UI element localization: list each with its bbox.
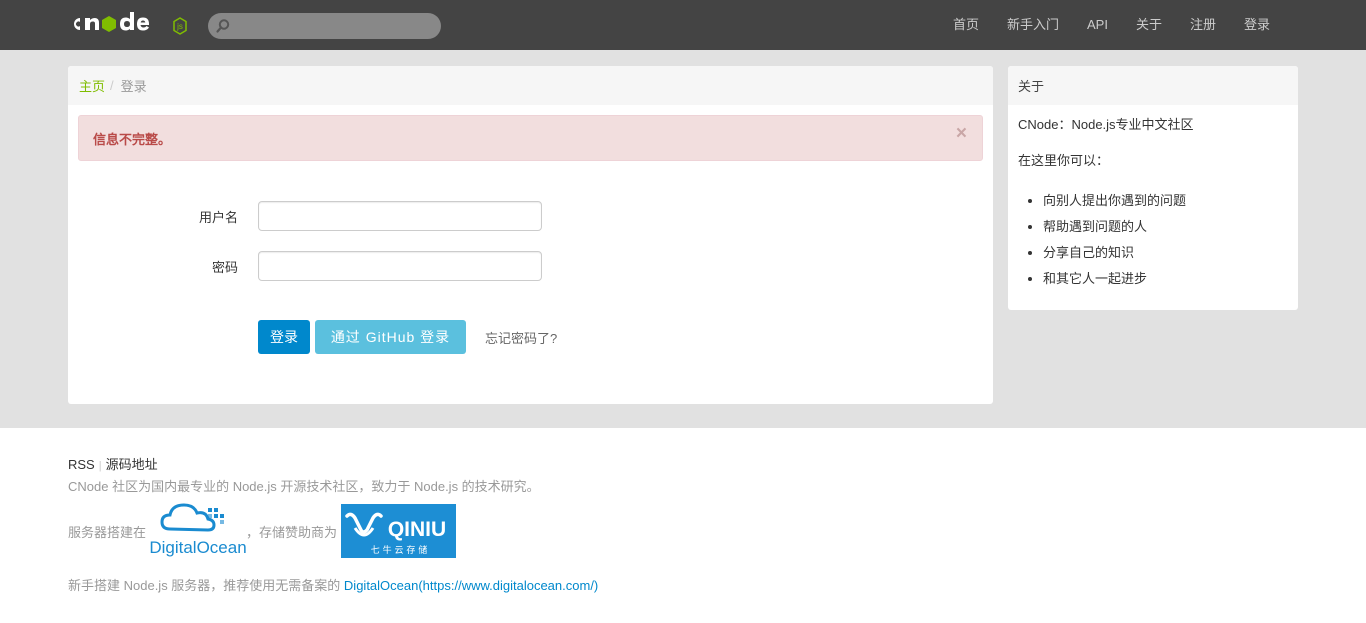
breadcrumb-current: 登录 bbox=[120, 79, 147, 94]
sidebar-intro: CNode：Node.js专业中文社区 bbox=[1018, 117, 1194, 132]
login-panel: 主页 / 登录 信息不完整。 × 用户名 密码 登录 通过 GitHub 登录 … bbox=[68, 66, 993, 404]
qiniu-logo[interactable]: QINIU 七 牛 云 存 储 bbox=[341, 504, 457, 558]
rss-link[interactable]: RSS bbox=[68, 457, 95, 472]
newbie-text: 新手搭建 Node.js 服务器，推荐使用无需备案的 bbox=[68, 578, 344, 593]
breadcrumb: 主页 / 登录 bbox=[68, 66, 993, 105]
breadcrumb-separator: / bbox=[110, 78, 114, 93]
nav-menu: 首页 新手入门 API 关于 注册 登录 bbox=[939, 0, 1284, 50]
footer: RSS | 源码地址 CNode 社区为国内最专业的 Node.js 开源技术社区，… bbox=[0, 428, 1366, 623]
search-icon bbox=[215, 18, 231, 34]
cnode-logo[interactable]: js bbox=[68, 8, 190, 40]
list-item: 和其它人一起进步 bbox=[1043, 266, 1288, 292]
github-login-button[interactable]: 通过 GitHub 登录 bbox=[315, 320, 466, 354]
nav-signup[interactable]: 注册 bbox=[1176, 0, 1230, 50]
qiniu-text: QINIU bbox=[388, 518, 446, 541]
sidebar-list: 向别人提出你遇到的问题 帮助遇到问题的人 分享自己的知识 和其它人一起进步 bbox=[1018, 188, 1288, 292]
digitalocean-link[interactable]: DigitalOcean(https://www.digitalocean.co… bbox=[344, 578, 598, 593]
nav-home[interactable]: 首页 bbox=[939, 0, 993, 50]
nav-getting-started[interactable]: 新手入门 bbox=[993, 0, 1073, 50]
footer-sponsors: 服务器搭建在 DigitalOcean ，存储赞助商为 QINIU 七 牛 云 … bbox=[68, 503, 457, 558]
username-label: 用户名 bbox=[198, 209, 238, 225]
qiniu-subtext: 七 牛 云 存 储 bbox=[371, 544, 427, 556]
username-input[interactable] bbox=[258, 201, 542, 231]
error-alert: 信息不完整。 × bbox=[78, 115, 983, 161]
server-text: 服务器搭建在 bbox=[68, 524, 147, 540]
nav-api[interactable]: API bbox=[1073, 0, 1122, 50]
storage-text: ，存储赞助商为 bbox=[246, 524, 338, 540]
svg-text:js: js bbox=[176, 22, 183, 31]
footer-links: RSS | 源码地址 bbox=[68, 454, 158, 473]
list-item: 分享自己的知识 bbox=[1043, 240, 1288, 266]
forgot-password-link[interactable]: 忘记密码了? bbox=[485, 328, 557, 347]
sidebar-title: 关于 bbox=[1008, 66, 1298, 105]
footer-divider: | bbox=[98, 460, 102, 472]
sidebar-body: CNode：Node.js专业中文社区 在这里你可以： 向别人提出你遇到的问题 … bbox=[1008, 105, 1298, 302]
list-item: 帮助遇到问题的人 bbox=[1043, 214, 1288, 240]
password-input[interactable] bbox=[258, 251, 542, 281]
form-actions: 登录 通过 GitHub 登录 忘记密码了? bbox=[258, 320, 557, 354]
list-item: 向别人提出你遇到的问题 bbox=[1043, 188, 1288, 214]
sidebar-subtitle: 在这里你可以： bbox=[1018, 153, 1110, 168]
navbar: js 首页 新手入门 API 关于 注册 登录 bbox=[0, 0, 1366, 50]
password-row: 密码 bbox=[68, 251, 542, 281]
breadcrumb-home-link[interactable]: 主页 bbox=[79, 76, 105, 95]
alert-message: 信息不完整。 bbox=[93, 131, 172, 147]
footer-newbie-line: 新手搭建 Node.js 服务器，推荐使用无需备案的 DigitalOcean(… bbox=[68, 575, 598, 594]
footer-description: CNode 社区为国内最专业的 Node.js 开源技术社区，致力于 Node.… bbox=[68, 479, 540, 494]
about-sidebar: 关于 CNode：Node.js专业中文社区 在这里你可以： 向别人提出你遇到的… bbox=[1008, 66, 1298, 310]
digitalocean-text: DigitalOcean bbox=[150, 538, 246, 557]
close-icon[interactable]: × bbox=[956, 124, 967, 144]
search-box[interactable] bbox=[208, 13, 441, 39]
source-link[interactable]: 源码地址 bbox=[106, 457, 158, 472]
nav-about[interactable]: 关于 bbox=[1122, 0, 1176, 50]
password-label: 密码 bbox=[211, 259, 238, 275]
login-button[interactable]: 登录 bbox=[258, 320, 310, 354]
nav-signin[interactable]: 登录 bbox=[1230, 0, 1284, 50]
digitalocean-logo[interactable]: DigitalOcean bbox=[149, 499, 247, 557]
username-row: 用户名 bbox=[68, 201, 542, 231]
